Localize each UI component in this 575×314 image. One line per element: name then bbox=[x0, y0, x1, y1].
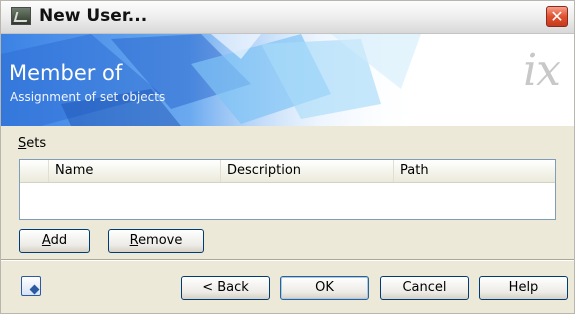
page-subtitle: Assignment of set objects bbox=[10, 90, 166, 104]
app-icon bbox=[11, 7, 31, 25]
column-header-path[interactable]: Path bbox=[394, 160, 555, 182]
column-header-name[interactable]: Name bbox=[49, 160, 221, 182]
brand-logo: ix bbox=[523, 45, 561, 96]
wizard-banner: Member of Assignment of set objects ix bbox=[1, 34, 574, 126]
remove-button-accelerator: R bbox=[129, 233, 139, 248]
remove-button[interactable]: Remove bbox=[108, 229, 204, 253]
cancel-button[interactable]: Cancel bbox=[380, 276, 469, 300]
sets-list[interactable]: Name Description Path bbox=[19, 159, 556, 220]
add-button[interactable]: Add bbox=[19, 229, 90, 253]
title-bar[interactable]: New User... ✕ bbox=[1, 1, 574, 34]
remove-button-label: emove bbox=[138, 233, 183, 248]
add-button-label: dd bbox=[50, 233, 68, 248]
dialog-window: New User... ✕ Member of Assignment of se… bbox=[0, 0, 575, 314]
footer-separator bbox=[1, 259, 574, 261]
back-button[interactable]: < Back bbox=[181, 276, 270, 300]
sets-label: Sets bbox=[18, 136, 46, 151]
close-button[interactable]: ✕ bbox=[546, 6, 568, 27]
help-button[interactable]: Help bbox=[479, 276, 568, 300]
sets-label-text: ets bbox=[26, 136, 47, 151]
column-header-description[interactable]: Description bbox=[221, 160, 394, 182]
column-header-spacer bbox=[20, 160, 49, 182]
page-title: Member of bbox=[9, 61, 123, 85]
list-header: Name Description Path bbox=[20, 160, 555, 183]
window-title: New User... bbox=[39, 6, 148, 26]
add-button-accelerator: A bbox=[41, 233, 51, 248]
info-icon[interactable] bbox=[21, 276, 41, 296]
ok-button[interactable]: OK bbox=[280, 276, 369, 300]
